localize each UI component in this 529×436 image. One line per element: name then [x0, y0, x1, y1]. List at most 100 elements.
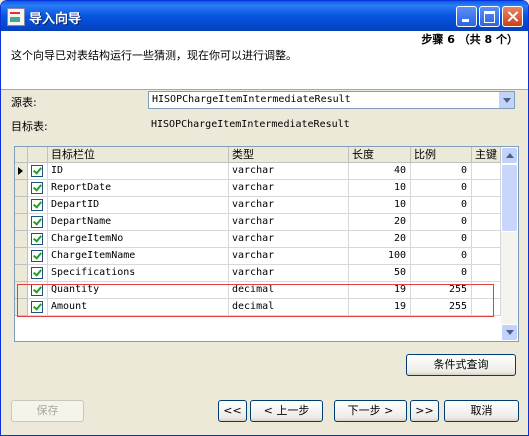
field-name-cell[interactable]: ID	[48, 163, 229, 180]
field-type-cell[interactable]: varchar	[229, 248, 349, 265]
field-name-cell[interactable]: ChargeItemNo	[48, 231, 229, 248]
field-name-cell[interactable]: DepartID	[48, 197, 229, 214]
field-length-cell[interactable]: 10	[349, 180, 411, 197]
field-scale-cell[interactable]: 0	[411, 231, 472, 248]
field-scale-cell[interactable]: 0	[411, 163, 472, 180]
field-type-cell[interactable]: varchar	[229, 231, 349, 248]
field-primary-key-cell[interactable]	[472, 214, 501, 231]
field-type-cell[interactable]: varchar	[229, 180, 349, 197]
scroll-down-icon[interactable]	[501, 324, 518, 341]
column-header-primary-key[interactable]: 主键	[472, 147, 501, 163]
column-header-type[interactable]: 类型	[229, 147, 349, 163]
field-length-cell[interactable]: 20	[349, 231, 411, 248]
include-cell	[28, 282, 48, 299]
minimize-button[interactable]	[456, 6, 477, 27]
column-header-field[interactable]: 目标栏位	[48, 147, 229, 163]
row-header[interactable]	[15, 299, 28, 316]
row-header[interactable]	[15, 197, 28, 214]
chevron-down-icon[interactable]	[498, 92, 514, 108]
field-primary-key-cell[interactable]	[472, 248, 501, 265]
save-button[interactable]: 保存	[11, 400, 84, 422]
previous-step-button[interactable]: < 上一步	[250, 400, 323, 422]
source-table-select[interactable]: HISOPChargeItemIntermediateResult	[148, 91, 515, 109]
include-checkbox[interactable]	[31, 233, 43, 245]
cancel-button[interactable]: 取消	[444, 400, 519, 422]
include-checkbox[interactable]	[31, 199, 43, 211]
row-header[interactable]	[15, 180, 28, 197]
row-header[interactable]	[15, 282, 28, 299]
close-button[interactable]	[502, 6, 523, 27]
field-primary-key-cell[interactable]	[472, 231, 501, 248]
field-scale-cell[interactable]: 0	[411, 265, 472, 282]
include-cell	[28, 231, 48, 248]
scroll-thumb[interactable]	[501, 164, 518, 232]
field-scale-cell[interactable]: 0	[411, 180, 472, 197]
row-header-corner	[15, 147, 28, 163]
field-name-cell[interactable]: ReportDate	[48, 180, 229, 197]
table-row[interactable]: DepartName varchar 20 0	[15, 214, 501, 231]
table-row[interactable]: ID varchar 40 0	[15, 163, 501, 180]
field-primary-key-cell[interactable]	[472, 197, 501, 214]
row-header[interactable]	[15, 265, 28, 282]
maximize-button[interactable]	[479, 6, 500, 27]
field-length-cell[interactable]: 19	[349, 282, 411, 299]
field-primary-key-cell[interactable]	[472, 163, 501, 180]
column-header-scale[interactable]: 比例	[411, 147, 472, 163]
field-type-cell[interactable]: varchar	[229, 163, 349, 180]
field-name-cell[interactable]: ChargeItemName	[48, 248, 229, 265]
row-header[interactable]	[15, 248, 28, 265]
field-length-cell[interactable]: 20	[349, 214, 411, 231]
field-type-cell[interactable]: decimal	[229, 299, 349, 316]
field-primary-key-cell[interactable]	[472, 282, 501, 299]
field-type-cell[interactable]: varchar	[229, 214, 349, 231]
table-row[interactable]: Quantity decimal 19 255	[15, 282, 501, 299]
field-mapping-grid: 目标栏位 类型 长度 比例 主键 ID varchar 40 0 ReportDate v…	[14, 146, 519, 342]
include-checkbox[interactable]	[31, 301, 43, 313]
field-length-cell[interactable]: 10	[349, 197, 411, 214]
field-scale-cell[interactable]: 0	[411, 197, 472, 214]
first-step-button[interactable]: <<	[218, 400, 247, 422]
next-step-button[interactable]: 下一步 >	[334, 400, 407, 422]
field-scale-cell[interactable]: 255	[411, 299, 472, 316]
field-type-cell[interactable]: varchar	[229, 197, 349, 214]
field-length-cell[interactable]: 40	[349, 163, 411, 180]
field-primary-key-cell[interactable]	[472, 299, 501, 316]
include-checkbox[interactable]	[31, 165, 43, 177]
include-checkbox[interactable]	[31, 284, 43, 296]
include-checkbox[interactable]	[31, 216, 43, 228]
field-primary-key-cell[interactable]	[472, 265, 501, 282]
column-header-length[interactable]: 长度	[349, 147, 411, 163]
field-length-cell[interactable]: 50	[349, 265, 411, 282]
field-name-cell[interactable]: Specifications	[48, 265, 229, 282]
condition-query-button[interactable]: 条件式查询	[406, 354, 516, 376]
field-name-cell[interactable]: Quantity	[48, 282, 229, 299]
title-bar[interactable]: 导入向导	[1, 1, 528, 31]
table-row[interactable]: ChargeItemNo varchar 20 0	[15, 231, 501, 248]
field-scale-cell[interactable]: 255	[411, 282, 472, 299]
field-name-cell[interactable]: Amount	[48, 299, 229, 316]
include-checkbox[interactable]	[31, 267, 43, 279]
table-row[interactable]: ChargeItemName varchar 100 0	[15, 248, 501, 265]
current-row-indicator-icon[interactable]	[15, 163, 28, 180]
table-row[interactable]: DepartID varchar 10 0	[15, 197, 501, 214]
table-row[interactable]: ReportDate varchar 10 0	[15, 180, 501, 197]
field-scale-cell[interactable]: 0	[411, 248, 472, 265]
scroll-up-icon[interactable]	[501, 147, 518, 164]
field-type-cell[interactable]: varchar	[229, 265, 349, 282]
field-length-cell[interactable]: 100	[349, 248, 411, 265]
include-checkbox[interactable]	[31, 182, 43, 194]
table-row[interactable]: Specifications varchar 50 0	[15, 265, 501, 282]
field-name-cell[interactable]: DepartName	[48, 214, 229, 231]
window-title: 导入向导	[29, 12, 82, 27]
field-scale-cell[interactable]: 0	[411, 214, 472, 231]
table-row[interactable]: Amount decimal 19 255	[15, 299, 501, 316]
vertical-scrollbar[interactable]	[501, 147, 518, 341]
field-primary-key-cell[interactable]	[472, 180, 501, 197]
field-type-cell[interactable]: decimal	[229, 282, 349, 299]
row-header[interactable]	[15, 214, 28, 231]
last-step-button[interactable]: >>	[410, 400, 439, 422]
include-checkbox[interactable]	[31, 250, 43, 262]
field-length-cell[interactable]: 19	[349, 299, 411, 316]
source-table-value: HISOPChargeItemIntermediateResult	[152, 94, 351, 105]
row-header[interactable]	[15, 231, 28, 248]
